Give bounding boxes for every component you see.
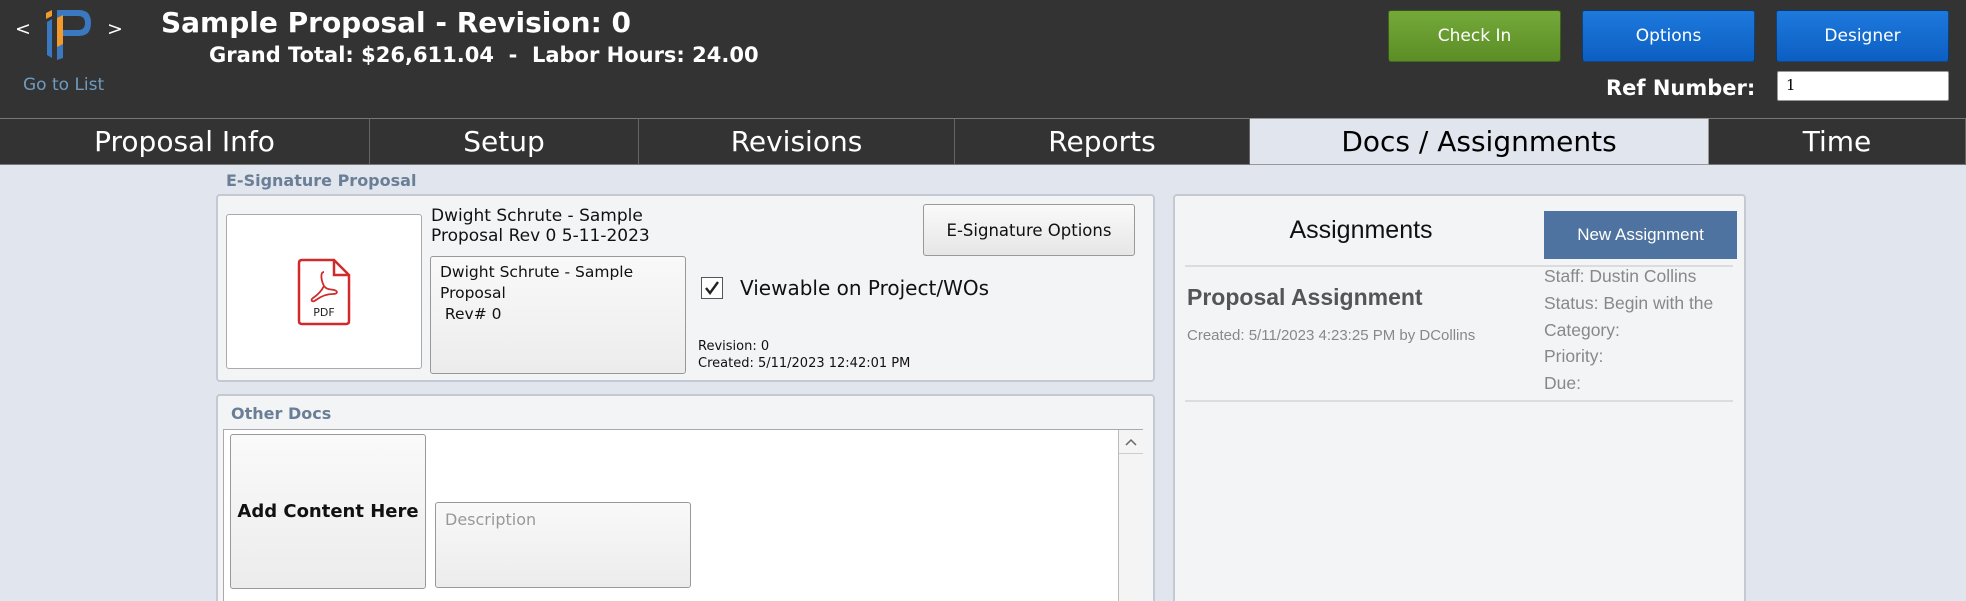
tab-docs-assignments[interactable]: Docs / Assignments <box>1250 118 1709 165</box>
pdf-document-thumbnail[interactable]: PDF <box>226 214 422 369</box>
esignature-panel: PDF Dwight Schrute - Sample Proposal Rev… <box>216 194 1155 382</box>
tab-setup[interactable]: Setup <box>370 118 639 165</box>
tab-reports[interactable]: Reports <box>955 118 1250 165</box>
other-docs-panel: Other Docs Add Content Here Description <box>216 394 1155 601</box>
tab-revisions[interactable]: Revisions <box>639 118 955 165</box>
assignment-list-item[interactable]: Proposal Assignment Created: 5/11/2023 4… <box>1175 262 1746 398</box>
description-field[interactable]: Description <box>435 502 691 588</box>
page-title: Sample Proposal - Revision: 0 <box>161 6 631 39</box>
created-timestamp: Created: 5/11/2023 12:42:01 PM <box>698 356 911 371</box>
svg-text:PDF: PDF <box>313 306 334 319</box>
assignment-due: Due: <box>1544 373 1581 393</box>
header-bar: < > Go to List Sample Proposal - Revisio… <box>0 0 1966 118</box>
document-name[interactable]: Dwight Schrute - Sample Proposal Rev 0 5… <box>431 206 681 246</box>
designer-button[interactable]: Designer <box>1776 10 1949 62</box>
assignment-category: Category: <box>1544 320 1620 340</box>
ref-number-input[interactable]: 1 <box>1777 71 1949 101</box>
options-button[interactable]: Options <box>1582 10 1755 62</box>
proposal-totals: Grand Total: $26,611.04 - Labor Hours: 2… <box>209 43 759 67</box>
revision-info: Revision: 0 Created: 5/11/2023 12:42:01 … <box>698 338 910 372</box>
next-record-button[interactable]: > <box>107 18 123 40</box>
divider <box>1185 400 1733 402</box>
esignature-options-button[interactable]: E-Signature Options <box>923 204 1135 256</box>
assignment-priority: Priority: <box>1544 346 1604 366</box>
other-docs-heading: Other Docs <box>231 404 332 423</box>
viewable-label: Viewable on Project/WOs <box>740 276 990 300</box>
checkmark-icon <box>705 281 719 295</box>
assignment-name: Proposal Assignment <box>1187 284 1423 310</box>
ref-number-label: Ref Number: <box>1606 76 1756 100</box>
tab-bar: Proposal Info Setup Revisions Reports Do… <box>0 118 1966 165</box>
esignature-heading: E-Signature Proposal <box>226 171 417 190</box>
assignments-panel: Assignments New Assignment Proposal Assi… <box>1173 194 1746 601</box>
viewable-checkbox[interactable] <box>701 277 723 299</box>
description-line: Rev# 0 <box>440 305 502 323</box>
revision-number: Revision: 0 <box>698 339 770 354</box>
document-description[interactable]: Dwight Schrute - Sample Proposal Rev# 0 <box>430 256 686 374</box>
assignment-staff: Staff: Dustin Collins <box>1544 266 1697 286</box>
check-in-button[interactable]: Check In <box>1388 10 1561 62</box>
description-line: Proposal <box>440 284 506 302</box>
tab-time[interactable]: Time <box>1709 118 1966 165</box>
scroll-up-button[interactable] <box>1119 430 1143 454</box>
pdf-file-icon: PDF <box>297 258 351 325</box>
description-line: Dwight Schrute - Sample <box>440 263 634 281</box>
assignment-created: Created: 5/11/2023 4:23:25 PM by DCollin… <box>1187 327 1476 344</box>
assignment-status: Status: Begin with the <box>1544 293 1714 313</box>
go-to-list-link[interactable]: Go to List <box>23 75 104 95</box>
assignments-title: Assignments <box>1289 216 1433 244</box>
app-logo <box>43 4 93 60</box>
add-content-button[interactable]: Add Content Here <box>230 434 426 589</box>
chevron-up-icon <box>1125 438 1137 446</box>
vertical-scrollbar[interactable] <box>1118 430 1143 601</box>
tab-proposal-info[interactable]: Proposal Info <box>0 118 370 165</box>
other-docs-list: Add Content Here Description <box>223 429 1143 601</box>
new-assignment-button[interactable]: New Assignment <box>1544 211 1737 259</box>
previous-record-button[interactable]: < <box>15 18 31 40</box>
